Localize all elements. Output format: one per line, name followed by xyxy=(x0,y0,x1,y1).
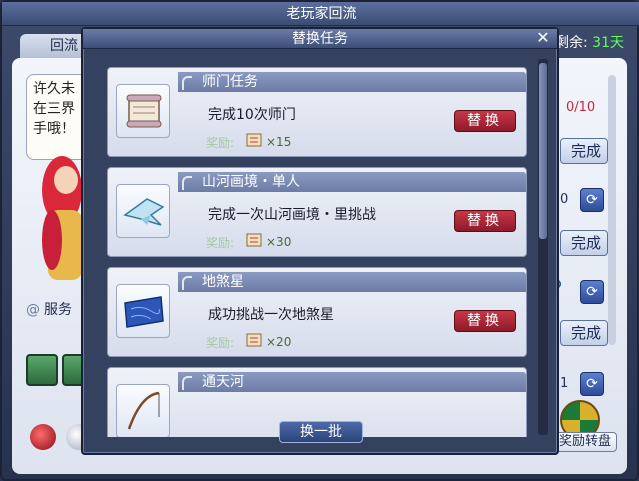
dialog-title: 替换任务 xyxy=(83,29,557,49)
task-icon-box xyxy=(116,84,170,138)
refresh-icon[interactable]: ⟳ xyxy=(580,280,604,304)
task-description: 完成10次师门 xyxy=(208,107,296,123)
swirl-icon: @ xyxy=(26,302,40,318)
remaining-days-display: 剩余: 31天 xyxy=(555,32,635,54)
task-description: 成功挑战一次地煞星 xyxy=(208,307,334,323)
task-count-2: 1 xyxy=(560,376,569,391)
complete-button-3[interactable]: 完成 xyxy=(560,320,608,346)
replace-task-dialog: 替换任务 ✕ 师门任务 完成10次师门 奖励: ×15 替换 山河画境・单人 完… xyxy=(81,27,559,455)
task-title: 通天河 xyxy=(178,372,526,392)
replace-button[interactable]: 替换 xyxy=(454,210,516,232)
reward-label: 奖励: xyxy=(206,236,235,250)
reward-quantity: ×20 xyxy=(266,335,292,349)
task-count-1: 0 xyxy=(560,192,569,207)
reward-scroll-icon xyxy=(246,233,262,247)
task-description: 完成一次山河画境・里挑战 xyxy=(208,207,376,223)
reward-quantity: ×30 xyxy=(266,235,292,249)
prize-wheel-label[interactable]: 奖励转盘 xyxy=(553,432,617,452)
complete-button-1[interactable]: 完成 xyxy=(560,138,608,164)
close-icon[interactable]: ✕ xyxy=(535,30,551,46)
fishing-rod-icon xyxy=(127,391,160,430)
service-label-text: 服务 xyxy=(44,302,72,318)
header-curl-decoration xyxy=(182,76,192,90)
reward-scroll-icon xyxy=(246,333,262,347)
scroll-icon xyxy=(126,94,162,128)
task-icon-box xyxy=(116,384,170,437)
reward-scroll-icon xyxy=(246,133,262,147)
task-icon-box xyxy=(116,184,170,238)
header-curl-decoration xyxy=(182,376,192,390)
task-list: 师门任务 完成10次师门 奖励: ×15 替换 山河画境・单人 完成一次山河画境… xyxy=(93,57,533,437)
tab-return-label: 回流 xyxy=(50,38,78,54)
reward-quantity: ×15 xyxy=(266,135,292,149)
task-title: 山河画境・单人 xyxy=(178,172,526,192)
header-curl-decoration xyxy=(182,176,192,190)
progress-count: 0/10 xyxy=(566,100,596,115)
header-curl-decoration xyxy=(182,276,192,290)
reward-label: 奖励: xyxy=(206,336,235,350)
reward-label: 奖励: xyxy=(206,136,235,150)
complete-button-2[interactable]: 完成 xyxy=(560,230,608,256)
task-card-3: 地煞星 成功挑战一次地煞星 奖励: ×20 替换 xyxy=(107,267,527,357)
refresh-icon[interactable]: ⟳ xyxy=(580,188,604,212)
replace-button[interactable]: 替换 xyxy=(454,310,516,332)
background-title: 老玩家回流 xyxy=(2,2,639,26)
swap-batch-button[interactable]: 换一批 xyxy=(279,421,363,443)
remaining-label: 剩余: xyxy=(555,35,588,51)
dialog-scrollbar-thumb[interactable] xyxy=(539,63,547,239)
task-icon-box xyxy=(116,284,170,338)
task-title: 师门任务 xyxy=(178,72,526,92)
item-slot-1[interactable] xyxy=(26,354,58,386)
red-orb-icon xyxy=(30,424,56,450)
replace-button[interactable]: 替换 xyxy=(454,110,516,132)
task-card-1: 师门任务 完成10次师门 奖励: ×15 替换 xyxy=(107,67,527,157)
background-scrollbar[interactable] xyxy=(608,75,616,345)
task-card-2: 山河画境・单人 完成一次山河画境・里挑战 奖励: ×30 替换 xyxy=(107,167,527,257)
task-title: 地煞星 xyxy=(178,272,526,292)
blue-map-icon xyxy=(124,296,164,328)
remaining-days-value: 31天 xyxy=(592,35,624,51)
refresh-icon[interactable]: ⟳ xyxy=(580,372,604,396)
paper-crane-icon xyxy=(123,198,165,226)
